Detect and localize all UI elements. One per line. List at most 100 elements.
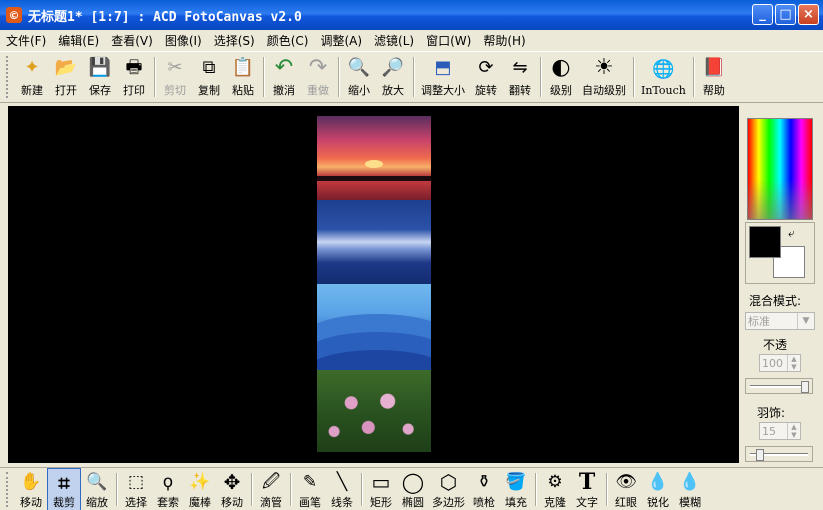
blend-mode-select[interactable]: 标准 ▼ (745, 312, 815, 330)
menu-adjust[interactable]: 调整(A) (314, 32, 368, 49)
intouch-button[interactable]: 🌐 InTouch (637, 52, 690, 102)
resize-button[interactable]: ⬒ 调整大小 (417, 52, 469, 102)
menu-window[interactable]: 窗口(W) (420, 32, 477, 49)
pencil-icon: ✎ (302, 471, 318, 492)
color-palette[interactable] (747, 118, 813, 220)
zoom-in-button[interactable]: 🔎 放大 (376, 52, 410, 102)
maximize-button[interactable]: □ (775, 4, 796, 25)
close-button[interactable]: × (798, 4, 819, 25)
polygon-tool[interactable]: ⬡ 多边形 (429, 468, 468, 510)
help-button[interactable]: 📕 帮助 (697, 52, 731, 102)
ellipse-tool[interactable]: ◯ 椭圆 (397, 468, 429, 510)
rotate-button[interactable]: ⟳ 旋转 (469, 52, 503, 102)
image-canvas[interactable] (8, 106, 739, 463)
intouch-label: InTouch (641, 83, 686, 97)
menu-file[interactable]: 文件(F) (0, 32, 52, 49)
sharpen-tool[interactable]: 💧 锐化 (642, 468, 674, 510)
toolbar-grip[interactable] (6, 472, 12, 507)
auto-levels-icon: ☀ (594, 55, 614, 80)
print-button[interactable]: 🖶 打印 (117, 52, 151, 102)
menu-image[interactable]: 图像(I) (159, 32, 208, 49)
minimize-button[interactable]: _ (752, 4, 773, 25)
menu-edit[interactable]: 编辑(E) (52, 32, 105, 49)
paste-label: 粘贴 (232, 84, 254, 97)
clone-tool-label: 克隆 (544, 496, 566, 509)
opacity-slider[interactable] (745, 378, 813, 394)
spinner-arrows-icon[interactable]: ▲ ▼ (787, 423, 800, 439)
menu-help[interactable]: 帮助(H) (477, 32, 531, 49)
swap-colors-icon[interactable]: ⤶ (788, 226, 795, 241)
levels-button[interactable]: ◐ 级别 (544, 52, 578, 102)
sharpen-tool-label: 锐化 (647, 496, 669, 509)
rectangle-tool[interactable]: ▭ 矩形 (365, 468, 397, 510)
move-tool-label: 移动 (20, 496, 42, 509)
text-tool[interactable]: T 文字 (571, 468, 603, 510)
redo-arrow-icon: ↷ (308, 55, 328, 80)
color-panel: ⤶ 混合模式: 标准 ▼ 不透 100 ▲ ▼ 羽饰: 15 ▲ ▼ (741, 106, 823, 463)
zoom-tool[interactable]: 🔍 缩放 (81, 468, 113, 510)
title-bar[interactable]: © 无标题1* [1:7] : ACD FotoCanvas v2.0 _ □ … (0, 0, 823, 30)
ellipse-tool-label: 椭圆 (402, 496, 424, 509)
cut-label: 剪切 (164, 84, 186, 97)
paste-button[interactable]: 📋 粘贴 (226, 52, 260, 102)
crop-tool[interactable]: ⌗ 裁剪 (47, 468, 81, 510)
move-selection-tool[interactable]: ✥ 移动 (216, 468, 248, 510)
fill-tool[interactable]: 🪣 填充 (500, 468, 532, 510)
new-button[interactable]: ✦ 新建 (15, 52, 49, 102)
feather-spinner[interactable]: 15 ▲ ▼ (759, 422, 801, 440)
zoom-in-icon: 🔎 (381, 57, 405, 78)
zoom-out-button[interactable]: 🔍 缩小 (342, 52, 376, 102)
blur-tool[interactable]: 💧 模糊 (674, 468, 706, 510)
polygon-tool-label: 多边形 (432, 496, 465, 509)
undo-button[interactable]: ↶ 撤消 (267, 52, 301, 102)
menu-color[interactable]: 颜色(C) (261, 32, 315, 49)
eyedropper-icon: 🖉 (261, 471, 281, 492)
copy-button[interactable]: ⧉ 复制 (192, 52, 226, 102)
foreground-color-swatch[interactable] (749, 226, 781, 258)
magic-wand-tool[interactable]: ✨ 魔棒 (184, 468, 216, 510)
app-logo-icon[interactable]: © (6, 7, 22, 23)
menu-bar: 文件(F) 编辑(E) 查看(V) 图像(I) 选择(S) 颜色(C) 调整(A… (0, 30, 823, 50)
flip-button[interactable]: ⇋ 翻转 (503, 52, 537, 102)
move-tool[interactable]: ✋ 移动 (15, 468, 47, 510)
rectangle-tool-label: 矩形 (370, 496, 392, 509)
eyedropper-tool[interactable]: 🖉 滴管 (255, 468, 287, 510)
scissors-icon: ✂ (167, 57, 183, 78)
blend-mode-value: 标准 (748, 315, 770, 328)
toolbar-separator (338, 57, 339, 97)
resize-icon: ⬒ (434, 57, 452, 78)
lasso-tool[interactable]: ϙ 套索 (152, 468, 184, 510)
crop-icon: ⌗ (58, 470, 70, 495)
lasso-icon: ϙ (162, 471, 174, 492)
airbrush-tool[interactable]: ⚱ 喷枪 (468, 468, 500, 510)
menu-view[interactable]: 查看(V) (105, 32, 159, 49)
select-tool[interactable]: ⬚ 选择 (120, 468, 152, 510)
blur-tool-label: 模糊 (679, 496, 701, 509)
rotate-icon: ⟳ (478, 57, 494, 78)
redo-button[interactable]: ↷ 重做 (301, 52, 335, 102)
auto-levels-button[interactable]: ☀ 自动级别 (578, 52, 630, 102)
slider-thumb[interactable] (801, 381, 809, 393)
cut-button[interactable]: ✂ 剪切 (158, 52, 192, 102)
ellipse-icon: ◯ (401, 470, 425, 494)
red-eye-tool[interactable]: 👁 红眼 (610, 468, 642, 510)
polygon-icon: ⬡ (439, 470, 458, 494)
opacity-spinner[interactable]: 100 ▲ ▼ (759, 354, 801, 372)
menu-filter[interactable]: 滤镜(L) (368, 32, 420, 49)
open-label: 打开 (55, 84, 77, 97)
undo-label: 撤消 (273, 84, 295, 97)
photo-collage[interactable] (317, 116, 431, 456)
help-label: 帮助 (702, 84, 725, 97)
save-button[interactable]: 💾 保存 (83, 52, 117, 102)
new-label: 新建 (21, 84, 43, 97)
feather-slider[interactable] (745, 446, 813, 462)
open-button[interactable]: 📂 打开 (49, 52, 83, 102)
line-tool[interactable]: ╲ 线条 (326, 468, 358, 510)
slider-thumb[interactable] (756, 449, 764, 461)
pencil-tool[interactable]: ✎ 画笔 (294, 468, 326, 510)
clone-tool[interactable]: ⚙ 克隆 (539, 468, 571, 510)
toolbar-grip[interactable] (6, 56, 12, 98)
spinner-arrows-icon[interactable]: ▲ ▼ (787, 355, 800, 371)
toolbar-separator (692, 57, 694, 97)
menu-select[interactable]: 选择(S) (208, 32, 261, 49)
